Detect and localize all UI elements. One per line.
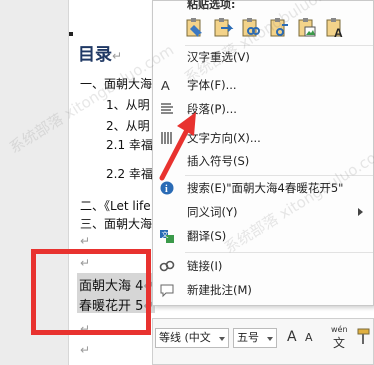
toc-line[interactable]: 二、《Let life (80, 197, 151, 214)
menu-item-translate[interactable]: 文 翻译(S) (153, 225, 373, 247)
mini-toolbar: 等线 (中文 五号 A A wén 文 (152, 318, 374, 365)
bullet-marker (69, 32, 73, 36)
font-size-dropdown[interactable]: 五号 (233, 328, 277, 348)
shrink-font-button[interactable]: A (305, 331, 313, 344)
chevron-down-icon (267, 337, 273, 341)
keep-text-only-icon[interactable]: A (323, 16, 347, 40)
menu-item-paragraph[interactable]: 段落(P)... (153, 98, 373, 120)
menu-item-search[interactable]: i 搜索(E)"面朝大海4春暖花开5" (153, 177, 373, 199)
menu-item-hanzi-reselect[interactable]: 汉字重选(V) (153, 46, 373, 68)
menu-item-text-direction[interactable]: 文字方向(X)... (153, 127, 373, 149)
paste-options-header: 粘贴选项: (187, 0, 236, 11)
context-menu: 粘贴选项: A 汉字重选(V) A 字体(F)... 段落(P)... 文字方向… (152, 0, 374, 306)
grow-font-button[interactable]: A (287, 329, 297, 345)
menu-item-synonyms[interactable]: 同义词(Y) (153, 201, 373, 223)
format-painter-icon[interactable] (355, 327, 373, 347)
paragraph-mark: ↵ (80, 234, 91, 248)
merge-formatting-icon[interactable] (211, 16, 235, 40)
translate-icon: 文 (159, 228, 175, 244)
picture-icon[interactable] (295, 16, 319, 40)
toc-line[interactable]: 2.2 幸福 (106, 165, 153, 182)
svg-text:文: 文 (162, 230, 169, 239)
toc-line[interactable]: 2.1 幸福 (106, 136, 153, 153)
toc-title[interactable]: 目录↵ (78, 40, 122, 65)
comment-icon (159, 282, 175, 298)
link-keep-source-icon[interactable] (239, 16, 263, 40)
svg-text:i: i (165, 184, 168, 195)
toc-line[interactable]: 1、从明 (106, 96, 150, 113)
phonetic-guide-button[interactable]: wén 文 (329, 323, 351, 353)
toc-line[interactable]: 2、从明 (106, 117, 150, 134)
toc-line[interactable]: 三、面朝大海 (80, 215, 152, 232)
link-icon (159, 258, 175, 274)
menu-item-font[interactable]: A 字体(F)... (153, 74, 373, 96)
toc-line[interactable]: 一、面朝大海 (80, 75, 152, 92)
submenu-arrow-icon (358, 208, 363, 216)
keep-source-formatting-icon[interactable] (183, 16, 207, 40)
search-icon: i (159, 180, 175, 196)
link-merge-icon[interactable] (267, 16, 291, 40)
text-direction-icon (159, 130, 175, 146)
chevron-down-icon (219, 337, 225, 341)
svg-text:A: A (334, 26, 343, 40)
paragraph-icon (159, 101, 175, 117)
font-icon: A (159, 77, 175, 93)
menu-item-new-comment[interactable]: 新建批注(M) (153, 279, 373, 301)
svg-text:A: A (161, 78, 170, 93)
menu-item-insert-symbol[interactable]: 插入符号(S) (153, 150, 373, 172)
font-name-dropdown[interactable]: 等线 (中文 (155, 328, 229, 348)
menu-item-link[interactable]: 链接(I) (153, 255, 373, 277)
annotation-highlight-box (31, 249, 151, 335)
paragraph-mark: ↵ (80, 343, 91, 357)
